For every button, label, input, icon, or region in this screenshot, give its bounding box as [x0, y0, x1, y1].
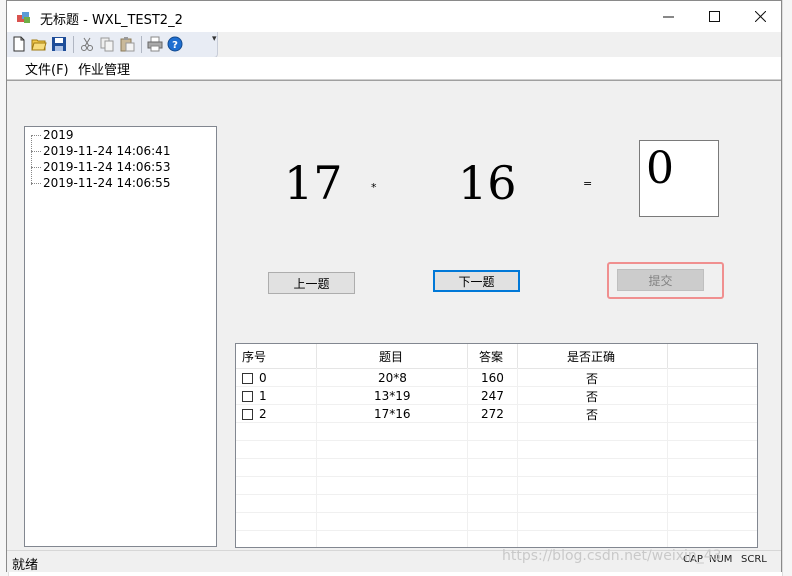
title-bar[interactable]: 无标题 - WXL_TEST2_2: [7, 1, 781, 32]
row-question: 17*16: [374, 407, 411, 421]
row-index: 1: [259, 389, 267, 403]
row-index: 2: [259, 407, 267, 421]
row-checkbox[interactable]: [242, 390, 253, 402]
row-correct: 否: [586, 371, 599, 386]
tree-node[interactable]: 2019: [31, 128, 74, 144]
app-icon[interactable]: [16, 9, 32, 25]
minimize-icon: [662, 16, 674, 18]
grid-line: [236, 494, 757, 495]
background-window-right: [782, 0, 792, 576]
menu-homework-management[interactable]: 作业管理: [78, 59, 130, 78]
maximize-icon: [708, 11, 720, 22]
tree-node[interactable]: 2019-11-24 14:06:53: [31, 160, 170, 176]
watermark: https://blog.csdn.net/weixin_43: [502, 548, 722, 564]
toolbar: ?: [7, 32, 218, 58]
answer-value: 0: [646, 143, 674, 194]
help-icon[interactable]: ?: [167, 36, 183, 52]
grid-line: [236, 512, 757, 513]
submit-button[interactable]: 提交: [617, 269, 704, 291]
paste-icon[interactable]: [119, 36, 135, 52]
window-title: 无标题 - WXL_TEST2_2: [40, 13, 183, 28]
row-answer: 272: [481, 407, 504, 421]
equals-sign: =: [583, 177, 593, 190]
prev-question-button[interactable]: 上一题: [268, 272, 355, 294]
toolbar-overflow-icon[interactable]: ▾: [212, 34, 217, 44]
open-folder-icon[interactable]: [31, 36, 47, 52]
close-button[interactable]: [737, 1, 783, 32]
svg-text:?: ?: [172, 40, 178, 51]
grid-line: [236, 440, 757, 441]
table-row[interactable]: 2 17*16 272 否: [236, 405, 757, 423]
tree-node[interactable]: 2019-11-24 14:06:55: [31, 176, 170, 192]
grid-line: [236, 458, 757, 459]
list-header: 序号 题目 答案 是否正确: [236, 344, 757, 369]
status-text: 就绪: [12, 558, 39, 573]
row-correct: 否: [586, 389, 599, 404]
menu-file[interactable]: 文件(F): [25, 59, 69, 78]
row-question: 20*8: [378, 371, 407, 385]
column-header-question[interactable]: 题目: [379, 344, 403, 368]
status-scrl: SCRL: [741, 554, 767, 565]
right-operand: 16: [458, 156, 517, 210]
grid-line: [236, 476, 757, 477]
cut-icon[interactable]: [79, 36, 95, 52]
close-icon: [754, 11, 766, 22]
column-header-index[interactable]: 序号: [242, 344, 266, 368]
column-divider[interactable]: [667, 344, 668, 368]
save-icon[interactable]: [51, 36, 67, 52]
maximize-button[interactable]: [691, 1, 737, 32]
column-divider[interactable]: [517, 344, 518, 368]
tree-node[interactable]: 2019-11-24 14:06:41: [31, 144, 170, 160]
row-checkbox[interactable]: [242, 408, 253, 420]
next-question-button[interactable]: 下一题: [433, 270, 520, 292]
row-answer: 160: [481, 371, 504, 385]
results-list[interactable]: 序号 题目 答案 是否正确 0 20*8 160 否 1 13*19 247 否…: [235, 343, 758, 548]
row-index: 0: [259, 371, 267, 385]
column-divider[interactable]: [316, 344, 317, 368]
column-header-correct[interactable]: 是否正确: [567, 344, 615, 368]
toolbar-separator: [73, 36, 74, 53]
answer-input[interactable]: 0: [639, 140, 719, 217]
menu-bar: 文件(F) 作业管理: [7, 57, 781, 80]
toolbar-separator: [141, 36, 142, 53]
minimize-button[interactable]: [645, 1, 691, 32]
history-tree[interactable]: 2019 2019-11-24 14:06:41 2019-11-24 14:0…: [24, 126, 217, 547]
grid-line: [236, 530, 757, 531]
left-operand: 17: [284, 156, 343, 210]
column-divider[interactable]: [467, 344, 468, 368]
row-answer: 247: [481, 389, 504, 403]
main-window: 无标题 - WXL_TEST2_2 ? ▾ 文件(F) 作业管理 2019 20…: [6, 0, 782, 573]
row-question: 13*19: [374, 389, 411, 403]
column-header-answer[interactable]: 答案: [479, 344, 503, 368]
row-correct: 否: [586, 407, 599, 422]
operator: *: [371, 181, 377, 194]
row-checkbox[interactable]: [242, 372, 253, 384]
print-icon[interactable]: [147, 36, 163, 52]
copy-icon[interactable]: [99, 36, 115, 52]
new-file-icon[interactable]: [11, 36, 27, 52]
table-row[interactable]: 1 13*19 247 否: [236, 387, 757, 405]
table-row[interactable]: 0 20*8 160 否: [236, 369, 757, 387]
